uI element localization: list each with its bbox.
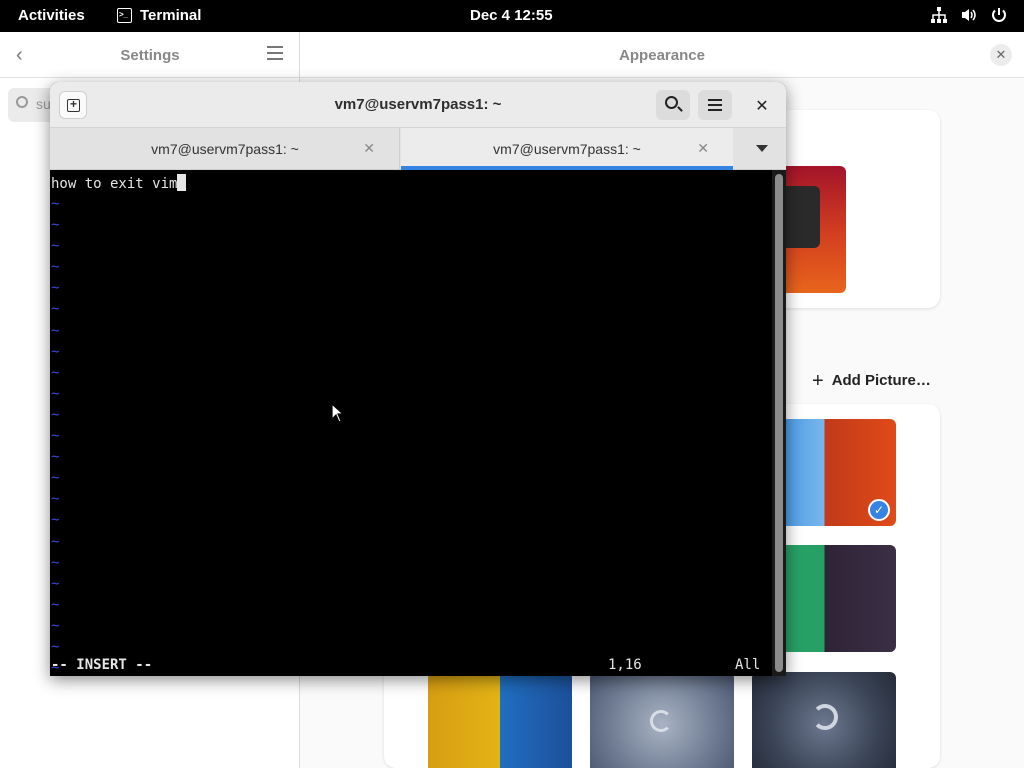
close-window-icon[interactable]: ✕: [750, 96, 774, 116]
top-bar: Activities >_ Terminal Dec 4 12:55: [0, 0, 1024, 32]
app-menu[interactable]: >_ Terminal: [117, 7, 201, 24]
vim-mode: -- INSERT --: [51, 657, 153, 673]
debian-swirl-icon: [650, 710, 672, 732]
volume-icon[interactable]: [960, 6, 978, 24]
vim-empty-lines: ~ ~ ~ ~ ~ ~ ~ ~ ~ ~ ~ ~ ~ ~ ~ ~ ~ ~ ~ ~ …: [51, 196, 60, 676]
selected-check-icon: ✓: [868, 499, 890, 521]
wallpaper-thumbnail[interactable]: [590, 672, 734, 768]
wallpaper-thumbnail[interactable]: ✓: [786, 419, 896, 526]
activities-button[interactable]: Activities: [18, 7, 85, 24]
wallpaper-thumbnail[interactable]: [786, 545, 896, 652]
add-picture-button[interactable]: + Add Picture…: [812, 369, 931, 392]
current-wallpaper-preview[interactable]: [786, 166, 846, 293]
cursor-position: 1,16: [608, 657, 642, 673]
search-icon: [16, 96, 28, 108]
tab-bar: vm7@uservm7pass1: ~ ✕ vm7@uservm7pass1: …: [50, 128, 786, 170]
panel-header: Appearance ✕: [300, 32, 1024, 78]
terminal-headerbar[interactable]: + vm7@uservm7pass1: ~ ✕: [50, 82, 786, 128]
debian-swirl-icon: [812, 704, 838, 730]
tab-label: vm7@uservm7pass1: ~: [493, 141, 641, 157]
scroll-percent: All: [735, 657, 761, 673]
terminal-screen[interactable]: how to exit vim ~ ~ ~ ~ ~ ~ ~ ~ ~ ~ ~ ~ …: [50, 170, 772, 676]
vim-buffer-line: how to exit vim: [51, 174, 187, 192]
scrollbar-thumb[interactable]: [775, 174, 783, 672]
search-text: su: [36, 96, 51, 112]
buffer-text: how to exit vim: [51, 176, 178, 192]
plus-icon: +: [812, 369, 824, 392]
power-icon[interactable]: [990, 6, 1008, 24]
text-cursor: [177, 174, 187, 191]
close-tab-icon[interactable]: ✕: [697, 140, 709, 157]
hamburger-menu-icon: [708, 99, 722, 111]
hamburger-menu-icon[interactable]: [267, 46, 283, 60]
close-icon[interactable]: ✕: [990, 44, 1012, 66]
app-name: Terminal: [140, 7, 202, 24]
panel-title: Appearance: [619, 47, 705, 64]
add-picture-label: Add Picture…: [831, 372, 931, 389]
clock[interactable]: Dec 4 12:55: [470, 7, 553, 24]
wallpaper-thumbnail[interactable]: [752, 672, 896, 768]
tab-label: vm7@uservm7pass1: ~: [151, 141, 299, 157]
terminal-tab-2[interactable]: vm7@uservm7pass1: ~ ✕: [401, 128, 733, 170]
terminal-window[interactable]: + vm7@uservm7pass1: ~ ✕ vm7@uservm7pass1…: [50, 82, 786, 676]
wallpaper-thumbnail[interactable]: [428, 672, 572, 768]
search-button[interactable]: [656, 90, 690, 120]
network-icon[interactable]: [930, 6, 948, 24]
terminal-tab-1[interactable]: vm7@uservm7pass1: ~ ✕: [50, 128, 400, 170]
tab-list-dropdown-icon[interactable]: [756, 145, 768, 152]
menu-button[interactable]: [698, 90, 732, 120]
close-tab-icon[interactable]: ✕: [363, 140, 375, 157]
sidebar-header: ‹ Settings: [0, 32, 299, 78]
phone-preview: [786, 186, 820, 248]
system-tray[interactable]: [930, 6, 1008, 24]
terminal-scrollbar[interactable]: [772, 170, 786, 676]
vim-status-line: -- INSERT -- 1,16 All: [51, 657, 765, 676]
sidebar-title: Settings: [120, 47, 180, 64]
terminal-app-icon: >_: [117, 8, 132, 23]
